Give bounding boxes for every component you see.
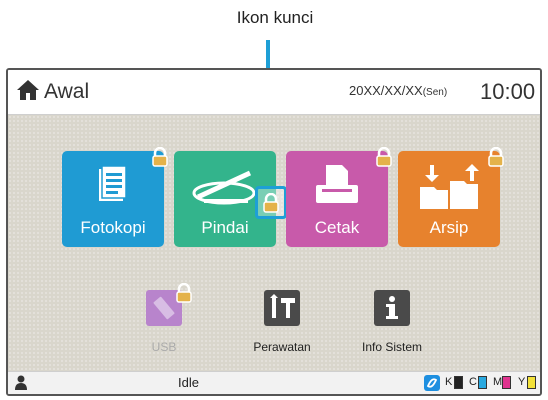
copy-tile[interactable]: Fotokopi [62, 151, 164, 247]
archive-tile[interactable]: Arsip [398, 151, 500, 247]
usb-lock-icon [176, 283, 192, 303]
ink-c-level [478, 376, 487, 389]
ink-y-level [527, 376, 536, 389]
usb-label: USB [151, 340, 177, 354]
ink-y-label: Y [518, 376, 526, 388]
ink-c-label: C [469, 376, 477, 388]
ink-m-label: M [493, 376, 503, 388]
lock-icon-callout-label: Ikon kunci [236, 8, 314, 27]
status-bar: Idle K C M Y [8, 371, 540, 394]
user-icon[interactable] [14, 375, 28, 390]
print-tile[interactable]: Cetak [286, 151, 388, 247]
clock-display: 10:00 [480, 79, 536, 104]
print-lock-icon [376, 147, 392, 167]
archive-tile-label: Arsip [429, 218, 469, 237]
tools-icon [270, 294, 295, 318]
archive-lock-icon [488, 147, 504, 167]
status-text: Idle [178, 375, 199, 390]
home-icon[interactable] [16, 79, 40, 101]
day-value: (Sen) [422, 87, 448, 98]
ink-k-label: K [445, 376, 453, 388]
print-icon [316, 165, 358, 203]
scan-lock-icon [263, 193, 279, 213]
maintenance-button[interactable] [264, 290, 300, 326]
top-bar: Awal 20XX/XX/XX(Sen) 10:00 [8, 70, 540, 115]
system-info-button[interactable] [374, 290, 410, 326]
panel-screen: Awal 20XX/XX/XX(Sen) 10:00 Fotokopi Pind… [6, 68, 542, 396]
info-icon [386, 296, 398, 319]
connection-icon[interactable] [424, 375, 440, 391]
home-title[interactable]: Awal [44, 80, 89, 104]
ink-m-level [502, 376, 511, 389]
date-display: 20XX/XX/XX(Sen) [349, 83, 447, 98]
scan-tile-label: Pindai [201, 218, 249, 237]
copy-icon [99, 165, 127, 201]
system-info-label: Info Sistem [361, 340, 423, 354]
date-value: 20XX/XX/XX [349, 83, 423, 98]
archive-icon [420, 164, 479, 209]
copy-tile-label: Fotokopi [80, 218, 146, 237]
maintenance-label: Perawatan [253, 340, 311, 354]
print-tile-label: Cetak [314, 218, 360, 237]
ink-k-level [454, 376, 463, 389]
home-menu-area: Fotokopi Pindai Cetak Arsip USB Perawata… [8, 115, 540, 373]
copy-lock-icon [152, 147, 168, 167]
